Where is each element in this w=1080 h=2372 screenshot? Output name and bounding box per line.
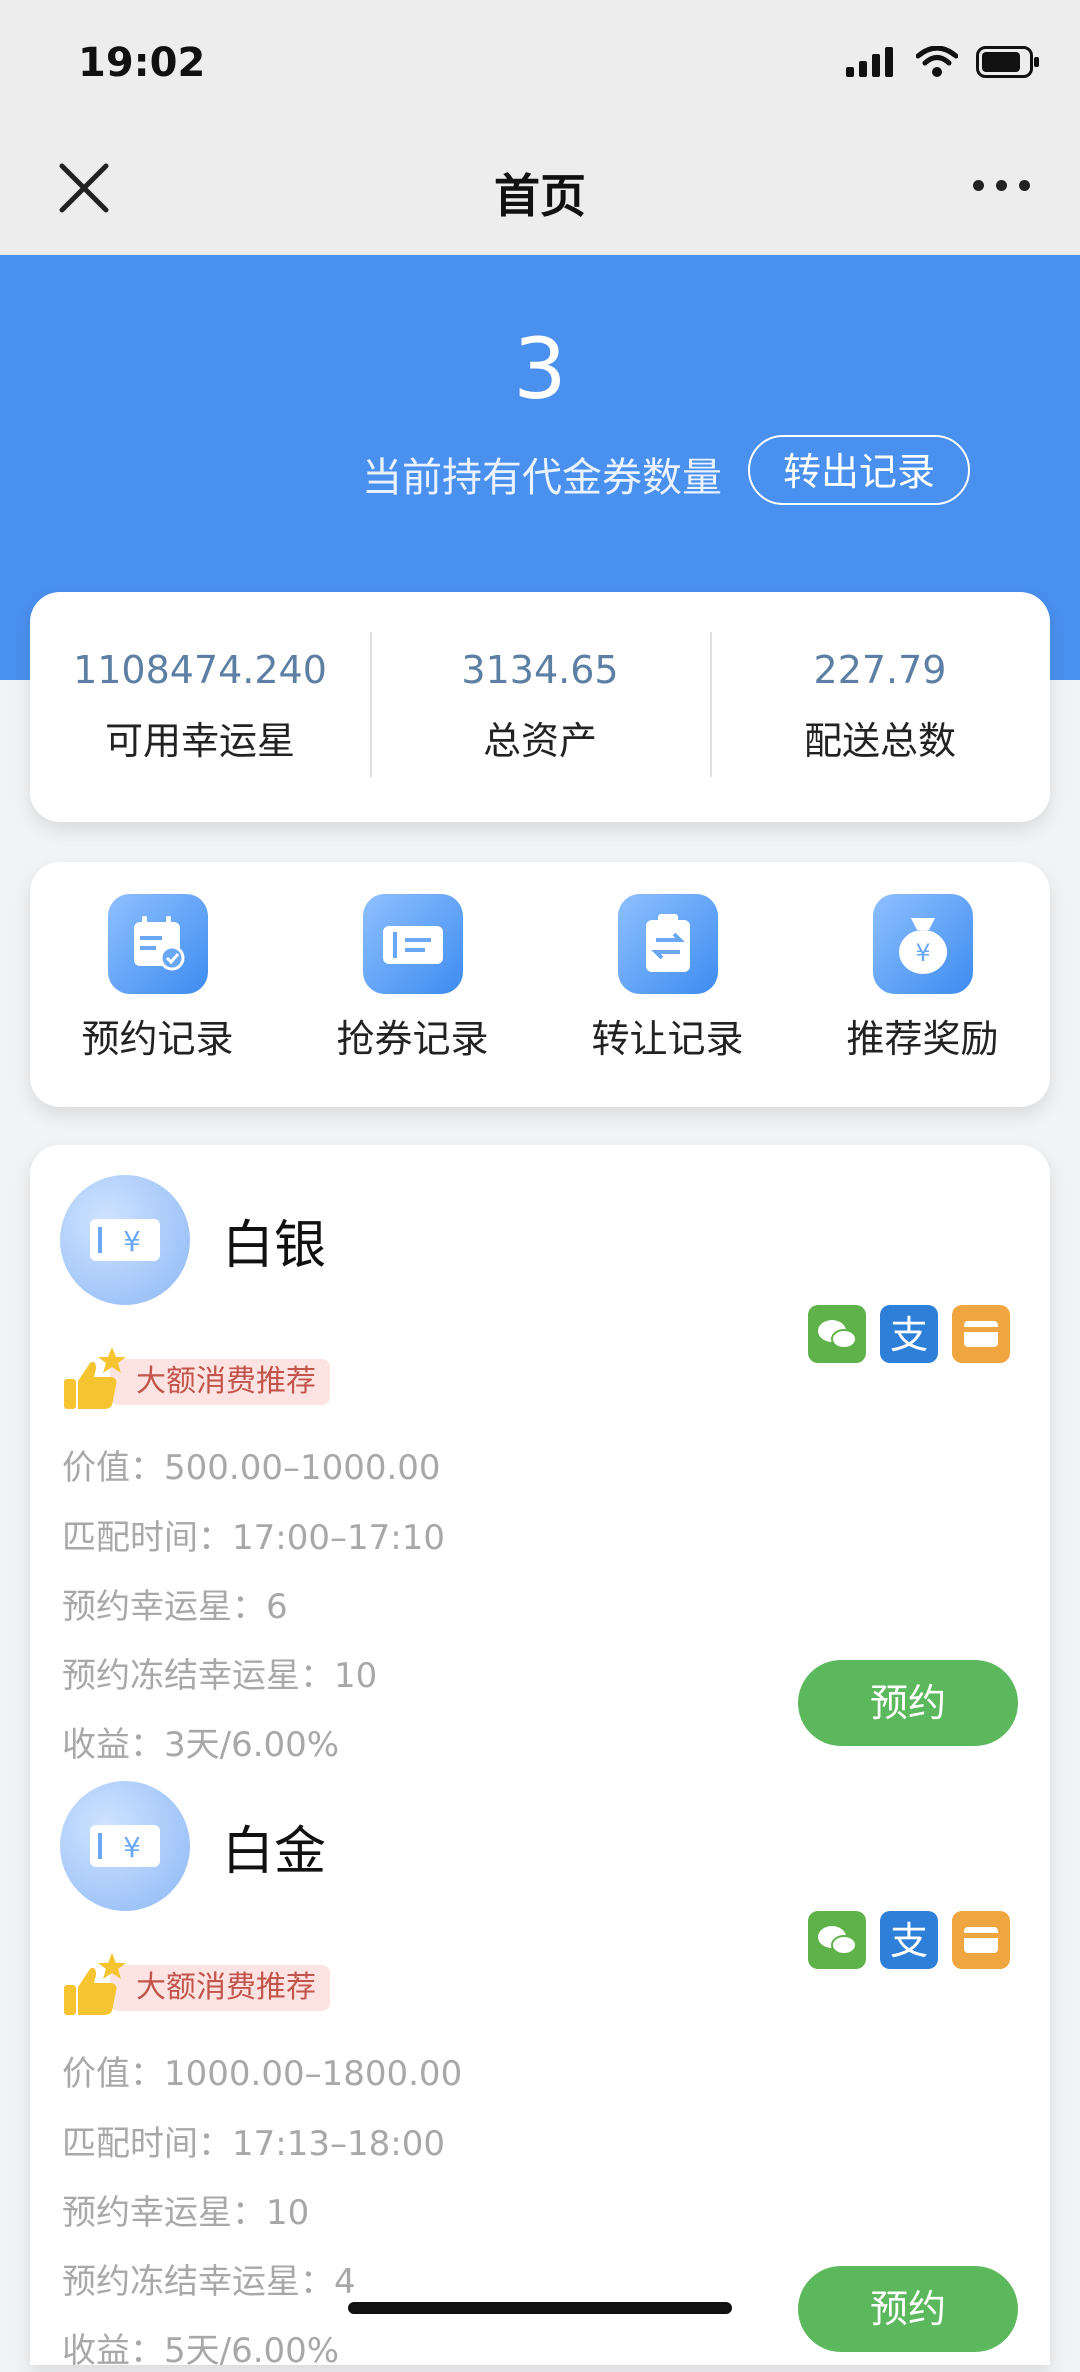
voucher-icon: ¥ [60, 1175, 190, 1305]
product-match-time: 匹配时间：17:13–18:00 [62, 2124, 445, 2164]
product-name: 白银 [222, 1216, 327, 1276]
payment-methods: 支 [808, 1911, 1010, 1969]
product-reserve-stars: 预约幸运星：6 [62, 1587, 288, 1627]
stat-label: 总资产 [482, 719, 597, 763]
shortcut-coupon-records[interactable]: 抢券记录 [285, 894, 540, 1063]
product-profit: 收益：5天/6.00% [62, 2331, 340, 2371]
status-bar: 19:02 [0, 0, 1080, 130]
thumbs-up-icon [64, 1347, 126, 1409]
stat-value: 227.79 [813, 648, 947, 692]
wechat-pay-icon [808, 1911, 866, 1969]
calendar-icon [107, 894, 208, 994]
product-name: 白金 [222, 1822, 327, 1882]
stat-value: 3134.65 [461, 648, 619, 692]
ticket-icon [362, 894, 463, 994]
wifi-icon [916, 46, 958, 77]
alipay-icon: 支 [880, 1305, 938, 1363]
stat-label: 可用幸运星 [104, 719, 295, 763]
shortcuts-card: 预约记录 抢券记录 转让记录 ¥ 推荐奖励 [30, 862, 1050, 1107]
voucher-count-label: 当前持有代金券数量 [362, 455, 722, 501]
product-match-time: 匹配时间：17:00–17:10 [62, 1518, 445, 1558]
shortcut-label: 转让记录 [591, 1017, 744, 1061]
voucher-count: 3 [513, 320, 567, 418]
product-frozen-stars: 预约冻结幸运星：10 [62, 1656, 378, 1696]
transfer-clipboard-icon [617, 894, 718, 994]
product-reserve-stars: 预约幸运星：10 [62, 2193, 310, 2233]
shortcut-label: 推荐奖励 [846, 1017, 999, 1061]
recommend-tag: 大额消费推荐 [110, 1359, 330, 1405]
product-value: 价值：500.00–1000.00 [62, 1448, 441, 1488]
battery-icon [976, 46, 1039, 78]
voucher-icon: ¥ [60, 1781, 190, 1911]
svg-text:¥: ¥ [123, 1225, 141, 1258]
transfer-record-button[interactable]: 转出记录 [748, 435, 970, 505]
page-title: 首页 [494, 169, 586, 223]
stat-value: 1108474.240 [73, 648, 327, 692]
product-value: 价值：1000.00–1800.00 [62, 2054, 463, 2094]
stat-available-stars: 1108474.240 可用幸运星 [30, 592, 370, 822]
shortcut-label: 抢券记录 [336, 1017, 489, 1061]
more-icon[interactable] [973, 180, 1030, 191]
shortcut-reservation-records[interactable]: 预约记录 [30, 894, 285, 1063]
svg-text:支: 支 [890, 1919, 928, 1963]
status-icons [846, 46, 1040, 78]
shortcut-referral-rewards[interactable]: ¥ 推荐奖励 [795, 894, 1050, 1063]
alipay-icon: 支 [880, 1911, 938, 1969]
stats-card: 1108474.240 可用幸运星 3134.65 总资产 227.79 配送总… [30, 592, 1050, 822]
product-profit: 收益：3天/6.00% [62, 1725, 340, 1765]
product-frozen-stars: 预约冻结幸运星：4 [62, 2262, 356, 2302]
status-time: 19:02 [78, 40, 206, 86]
stat-label: 配送总数 [803, 719, 956, 763]
shortcut-transfer-records[interactable]: 转让记录 [540, 894, 795, 1063]
reserve-button[interactable]: 预约 [798, 1660, 1018, 1746]
svg-text:¥: ¥ [123, 1831, 141, 1864]
payment-methods: 支 [808, 1305, 1010, 1363]
signal-icon [846, 47, 893, 77]
home-indicator[interactable] [348, 2302, 732, 2314]
money-bag-icon: ¥ [872, 894, 973, 994]
nav-bar: 首页 [0, 130, 1080, 255]
products-card: ¥ 白银 支 大额消费推荐 价值：500.00–1000.00 匹配时间：17:… [30, 1145, 1050, 2371]
reserve-button[interactable]: 预约 [798, 2266, 1018, 2352]
bank-card-icon [952, 1305, 1010, 1363]
wechat-pay-icon [808, 1305, 866, 1363]
stat-total-assets: 3134.65 总资产 [370, 592, 710, 822]
stat-total-delivered: 227.79 配送总数 [710, 592, 1050, 822]
recommend-tag: 大额消费推荐 [110, 1965, 330, 2011]
svg-text:支: 支 [890, 1313, 928, 1357]
bank-card-icon [952, 1911, 1010, 1969]
thumbs-up-icon [64, 1953, 126, 2015]
shortcut-label: 预约记录 [81, 1017, 234, 1061]
svg-text:¥: ¥ [915, 939, 930, 967]
